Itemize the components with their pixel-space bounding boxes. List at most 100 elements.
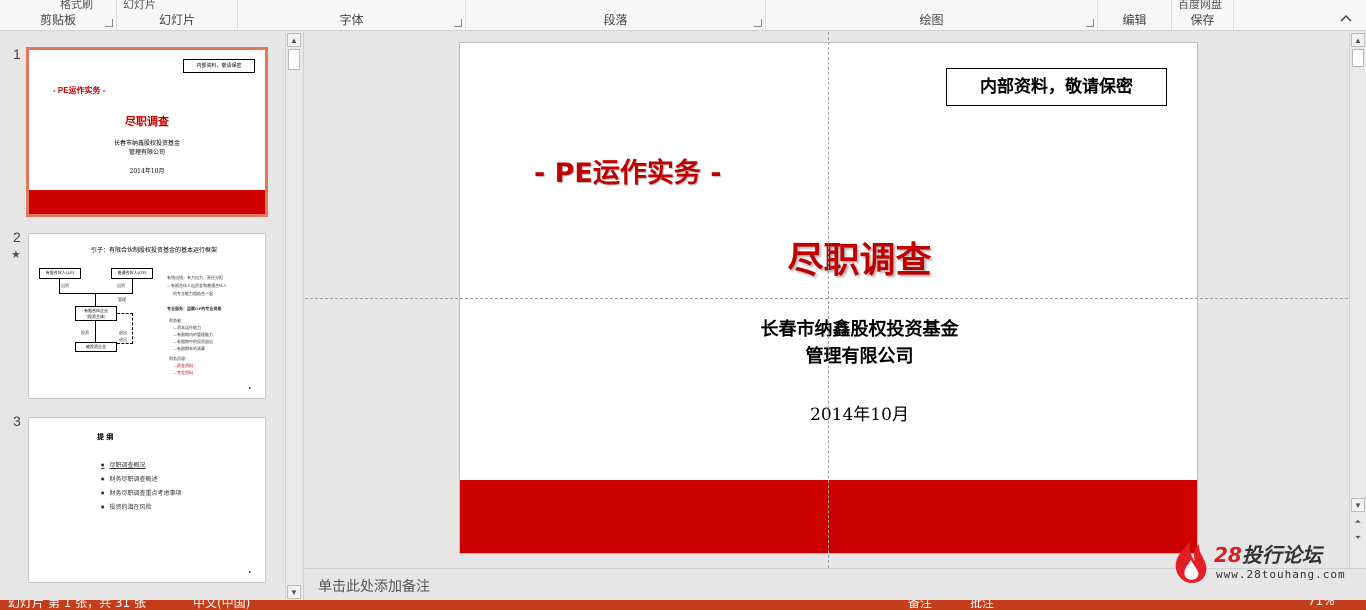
thumb-red-band (29, 190, 265, 214)
slide-title[interactable]: 尽职调查 (460, 231, 1197, 283)
powerpoint-window: 格式刷 剪贴板 幻灯片 幻灯片 字体 段落 绘图 编辑 百度网盘 保存 1 内部… (0, 0, 1366, 610)
collapse-ribbon-icon[interactable] (1340, 12, 1352, 24)
ribbon-group-label: 保存 (1190, 13, 1215, 27)
ribbon-group-label: 段落 (603, 13, 628, 27)
ribbon-group-clipboard: 格式刷 剪贴板 (0, 0, 117, 31)
thumb-date: 2014年10月 (129, 168, 165, 175)
slide-number-dot: ● (248, 569, 251, 574)
forum-watermark: 28投行论坛 www.28touhang.com (1172, 536, 1362, 586)
company-line: 长春市纳鑫股权投资基金 (760, 319, 959, 340)
thumb2-service-head: 专业服务：监察GP的专业资格 (167, 306, 222, 311)
company-line: 管理有限公司 (805, 346, 914, 367)
slide-counter: 幻灯片 第 1 张，共 31 张 (8, 600, 146, 610)
list-item: 尽职调查概况 (101, 458, 182, 472)
dialog-launcher-icon[interactable] (454, 19, 462, 27)
thumb2-service-line: —有限期中的投资退出 (173, 339, 213, 344)
red-footer-band (460, 480, 1197, 553)
thumb2-label: 退出 (119, 330, 127, 335)
watermark-number: 28 (1214, 543, 1242, 567)
thumb-company: 长春市纳鑫股权投资基金 管理有限公司 (29, 139, 265, 157)
scroll-down-icon[interactable]: ▼ (1351, 498, 1365, 512)
thumb2-target-box: 被投资企业 (75, 342, 117, 352)
scroll-up-icon[interactable]: ▲ (287, 33, 301, 47)
thumb2-service-line: 财务者： (169, 318, 185, 323)
thumb2-investor-head: 财务资源： (169, 356, 189, 361)
confidential-textbox[interactable]: 内部资料，敬请保密 (946, 68, 1167, 106)
thumb-pe-title: - PE运作实务 - (53, 86, 106, 95)
dialog-launcher-icon[interactable] (1086, 19, 1094, 27)
ribbon-group-slides: 幻灯片 幻灯片 (117, 0, 238, 31)
ribbon-group-label: 剪贴板 (39, 13, 76, 27)
slide-date[interactable]: 2014年10月 (490, 400, 1197, 425)
slide-thumbnail-1[interactable]: 内部资料，敬请保密 - PE运作实务 - 尽职调查 长春市纳鑫股权投资基金 管理… (26, 47, 268, 217)
thumb2-right-line: —有限合伙人出资金和普通合伙人 (167, 283, 227, 288)
connector-line (59, 293, 133, 294)
ribbon-group-label: 编辑 (1122, 13, 1147, 27)
watermark-url: www.28touhang.com (1216, 568, 1346, 581)
comments-button[interactable]: 批注 (970, 600, 994, 610)
ribbon-group-font: 字体 (238, 0, 466, 31)
connector-line (132, 279, 133, 293)
company-name[interactable]: 长春市纳鑫股权投资基金 管理有限公司 (460, 316, 1197, 370)
previous-slide-icon[interactable]: ⏶ (1351, 515, 1365, 529)
horizontal-guide[interactable] (305, 298, 1348, 299)
scroll-thumb[interactable] (288, 49, 300, 70)
thumb2-service-line: —资本运作能力 (173, 325, 201, 330)
slide-thumbnail-2[interactable]: 引子：有限合伙制股权投资基金的基本运行框架 有限合伙人(LP) 普通合伙人(GP… (28, 233, 266, 399)
notes-button[interactable]: 备注 (908, 600, 932, 610)
dialog-launcher-icon[interactable] (105, 19, 113, 27)
slide-scrollbar[interactable]: ▲ ▼ ⏶ ⏷ (1349, 32, 1366, 568)
ribbon-group-label: 字体 (339, 13, 364, 27)
ribbon-group-editing: 编辑 (1098, 0, 1172, 31)
dialog-launcher-icon[interactable] (754, 19, 762, 27)
notes-placeholder[interactable]: 单击此处添加备注 (318, 576, 430, 596)
thumb2-fund-box: 有限合伙企业 （投资主体） (75, 306, 117, 321)
thumbnail-number: 1 (13, 46, 21, 62)
thumb-confidential-box: 内部资料，敬请保密 (183, 59, 255, 73)
ribbon-group-drawing: 绘图 (766, 0, 1098, 31)
ribbon-group-label: 幻灯片 (158, 13, 195, 27)
thumb2-right-line: 有钱出钱，有力出力，责任分担 (167, 275, 223, 280)
pe-subtitle[interactable]: - PE运作实务 - (534, 151, 721, 190)
slide-thumbnail-3[interactable]: 提 纲 尽职调查概况 财务尽职调查概述 财务尽职调查重点考虑事项 投资的潜在风险… (28, 417, 266, 583)
thumb2-investor-line: —资金资料 (173, 363, 193, 368)
watermark-title: 28投行论坛 (1214, 539, 1322, 568)
thumb2-fund-sub: （投资主体） (84, 314, 108, 319)
slide-editing-area[interactable]: 内部资料，敬请保密 - PE运作实务 - 尽职调查 长春市纳鑫股权投资基金 管理… (305, 32, 1348, 568)
slide-thumbnail-pane[interactable]: 1 内部资料，敬请保密 - PE运作实务 - 尽职调查 长春市纳鑫股权投资基金 … (0, 32, 304, 600)
thumb2-lp-box: 有限合伙人(LP) (39, 268, 81, 279)
slide-title-text: 尽职调查 (787, 240, 932, 281)
connector-line (95, 293, 96, 306)
language-indicator[interactable]: 中文(中国) (193, 600, 250, 610)
watermark-name: 投行论坛 (1241, 543, 1322, 567)
slide-number-dot: ● (248, 385, 251, 390)
scroll-down-icon[interactable]: ▼ (287, 585, 301, 599)
thumb2-service-line: —有限期末的清算 (173, 346, 205, 351)
vertical-guide[interactable] (828, 32, 829, 568)
thumb2-label: 出资 (61, 283, 69, 288)
thumbnail-number: 2 (13, 229, 21, 245)
thumb3-outline-list: 尽职调查概况 财务尽职调查概述 财务尽职调查重点考虑事项 投资的潜在风险 (101, 458, 182, 514)
zoom-level[interactable]: 71% (1308, 600, 1335, 608)
thumb-company-line: 管理有限公司 (128, 149, 165, 156)
thumb3-title: 提 纲 (97, 432, 114, 441)
thumbnail-number: 3 (13, 413, 21, 429)
thumb2-right-line: 的专业能力相结合一起 (173, 291, 213, 296)
status-bar: 幻灯片 第 1 张，共 31 张 中文(中国) 备注 批注 71% (0, 600, 1366, 610)
thumbnail-scrollbar[interactable]: ▲ ▼ (285, 32, 302, 600)
thumb2-gp-box: 普通合伙人(GP) (111, 268, 153, 279)
thumb2-investor-line: —专业资料 (173, 370, 193, 375)
ribbon: 格式刷 剪贴板 幻灯片 幻灯片 字体 段落 绘图 编辑 百度网盘 保存 (0, 0, 1366, 31)
ribbon-group-save: 百度网盘 保存 (1172, 0, 1234, 31)
thumb2-label: 退出 (119, 337, 127, 342)
flame-logo-icon (1175, 540, 1207, 583)
thumb2-service-line: —有限期内的管理能力 (173, 332, 213, 337)
thumb2-title: 引子：有限合伙制股权投资基金的基本运行框架 (91, 247, 218, 254)
scroll-up-icon[interactable]: ▲ (1351, 33, 1365, 47)
scroll-thumb[interactable] (1352, 49, 1364, 67)
connector-line (59, 279, 60, 293)
thumb-main-title: 尽职调查 (125, 116, 169, 128)
connector-line (95, 321, 96, 342)
thumb2-label: 出资 (117, 283, 125, 288)
list-item: 投资的潜在风险 (101, 500, 182, 514)
